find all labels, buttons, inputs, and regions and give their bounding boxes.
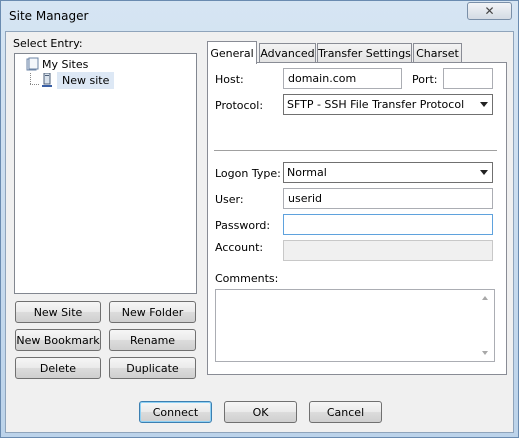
window-title: Site Manager (9, 9, 89, 23)
site-manager-window: Site Manager ✕ Select Entry: My Sites Ne… (0, 0, 519, 438)
protocol-value: SFTP - SSH File Transfer Protocol (287, 98, 465, 111)
duplicate-button[interactable]: Duplicate (109, 357, 196, 379)
logon-type-label: Logon Type: (215, 167, 281, 180)
folder-icon (25, 57, 39, 71)
ok-button[interactable]: OK (224, 401, 297, 423)
comments-label: Comments: (215, 272, 279, 285)
account-input (283, 240, 493, 261)
divider (214, 150, 497, 152)
site-tree[interactable]: My Sites New site (14, 53, 197, 294)
user-label: User: (215, 193, 244, 206)
host-input[interactable]: domain.com (283, 68, 402, 89)
close-button[interactable]: ✕ (467, 2, 512, 20)
tab-charset[interactable]: Charset (413, 43, 462, 63)
password-input[interactable] (283, 214, 493, 235)
tree-connector (30, 73, 31, 84)
dialog-body: Select Entry: My Sites New site New Site… (5, 31, 514, 433)
rename-button[interactable]: Rename (109, 329, 196, 351)
logon-type-select[interactable]: Normal (283, 162, 493, 183)
cancel-button[interactable]: Cancel (309, 401, 382, 423)
tree-item-label: My Sites (42, 57, 89, 71)
scroll-down-icon[interactable] (482, 351, 488, 355)
logon-type-value: Normal (287, 166, 327, 179)
close-icon: ✕ (484, 4, 495, 18)
password-label: Password: (215, 219, 271, 232)
port-label: Port: (412, 73, 438, 86)
select-entry-label: Select Entry: (13, 37, 83, 50)
tree-item-new-site[interactable]: New site (40, 71, 115, 89)
tab-general[interactable]: General (207, 41, 257, 64)
chevron-down-icon (480, 170, 488, 175)
tree-item-my-sites[interactable]: My Sites (25, 56, 88, 72)
new-bookmark-button[interactable]: New Bookmark (15, 329, 101, 351)
new-site-button[interactable]: New Site (15, 301, 101, 323)
title-bar[interactable]: Site Manager ✕ (1, 1, 518, 31)
tab-transfer-settings[interactable]: Transfer Settings (317, 43, 412, 63)
comments-scrollbar[interactable] (477, 290, 494, 361)
host-label: Host: (215, 73, 244, 86)
comments-textarea[interactable] (215, 289, 495, 362)
tree-item-label: New site (57, 71, 115, 89)
scroll-up-icon[interactable] (482, 296, 488, 300)
new-folder-button[interactable]: New Folder (109, 301, 196, 323)
tab-advanced[interactable]: Advanced (259, 43, 316, 63)
computer-icon (40, 72, 54, 88)
protocol-select[interactable]: SFTP - SSH File Transfer Protocol (283, 94, 493, 115)
connect-button[interactable]: Connect (139, 401, 212, 423)
chevron-down-icon (480, 102, 488, 107)
account-label: Account: (215, 241, 264, 254)
user-input[interactable]: userid (283, 188, 493, 209)
tree-connector (30, 84, 39, 85)
delete-button[interactable]: Delete (15, 357, 101, 379)
port-input[interactable] (443, 68, 493, 89)
protocol-label: Protocol: (215, 99, 264, 112)
